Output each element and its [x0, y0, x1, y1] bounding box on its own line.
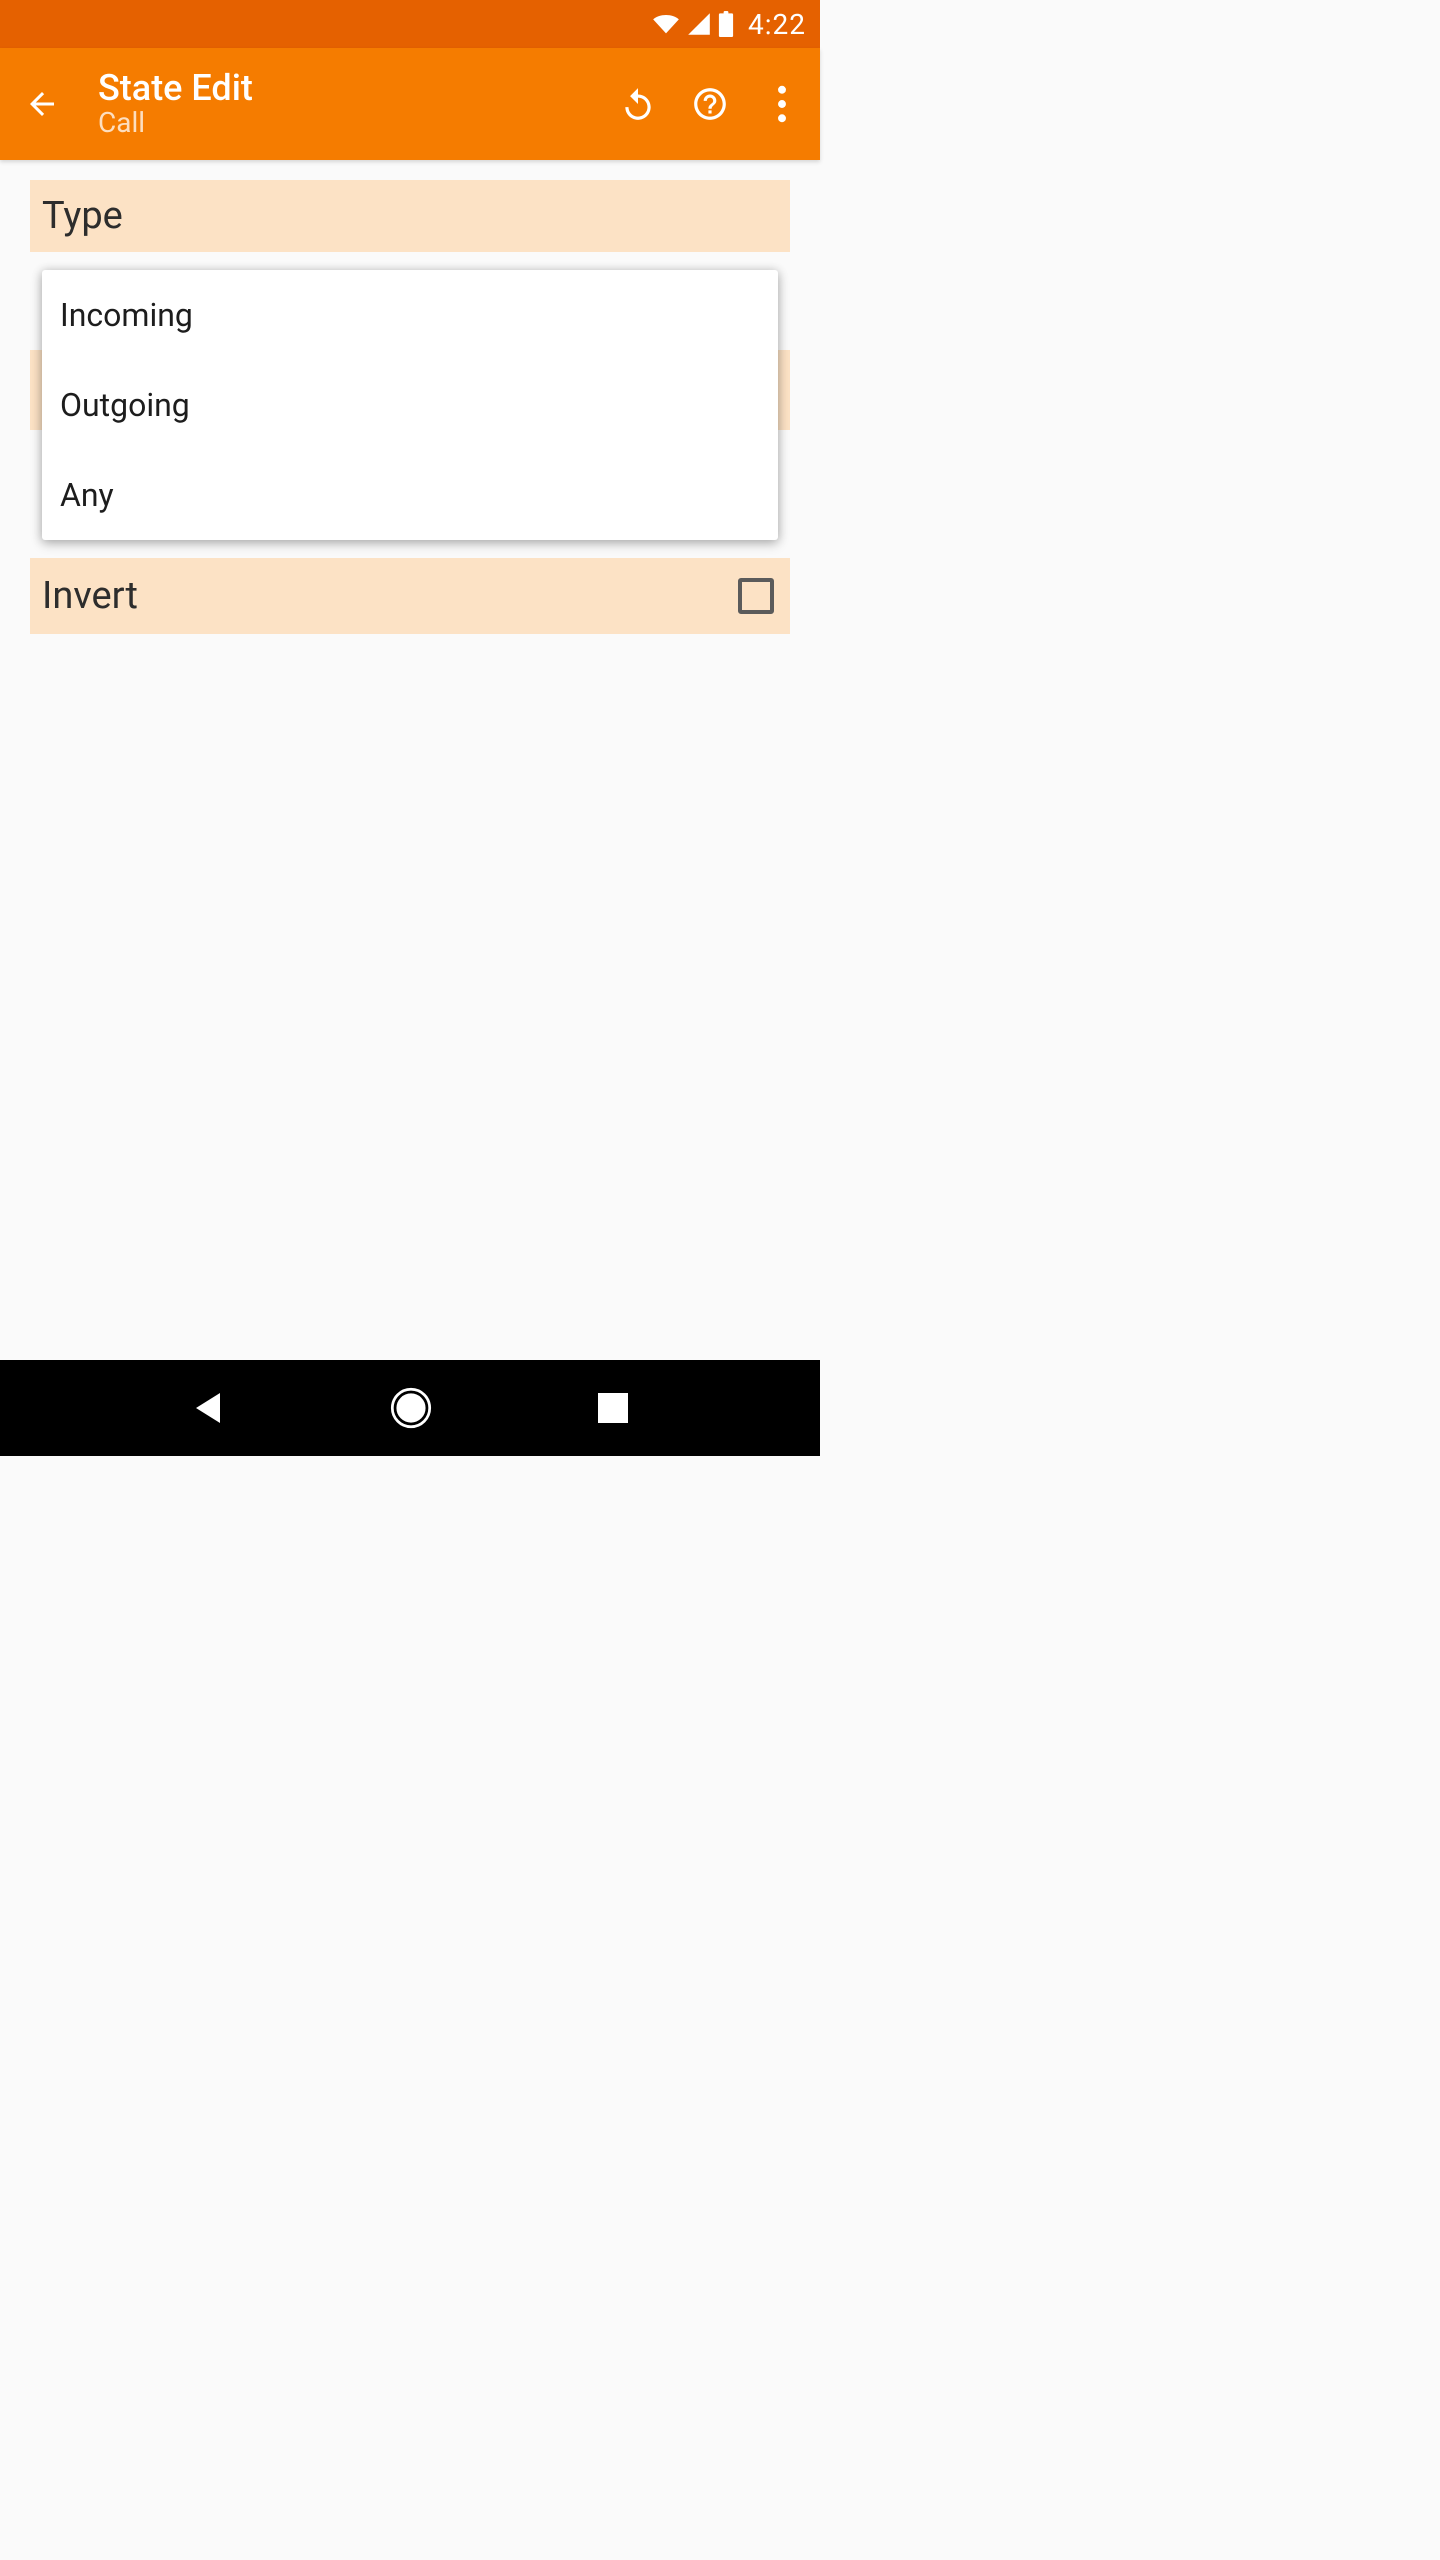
- dropdown-option-incoming[interactable]: Incoming: [42, 270, 778, 360]
- navigation-bar: [0, 1360, 820, 1456]
- status-bar: 4:22: [0, 0, 820, 48]
- nav-back-button[interactable]: [192, 1390, 224, 1426]
- back-button[interactable]: [14, 76, 70, 132]
- wifi-icon: [652, 12, 680, 36]
- help-icon: [691, 85, 729, 123]
- more-vert-icon: [777, 85, 787, 123]
- cellular-icon: [686, 12, 712, 36]
- action-bar: State Edit Call: [0, 48, 820, 160]
- nav-home-icon: [389, 1386, 433, 1430]
- type-dropdown-menu: Incoming Outgoing Any: [42, 270, 778, 540]
- arrow-back-icon: [24, 86, 60, 122]
- nav-recent-icon: [598, 1393, 628, 1423]
- page-title: State Edit: [98, 69, 614, 109]
- dropdown-option-outgoing[interactable]: Outgoing: [42, 360, 778, 450]
- invert-checkbox[interactable]: [738, 578, 774, 614]
- invert-row[interactable]: Invert: [30, 558, 790, 634]
- dropdown-option-any[interactable]: Any: [42, 450, 778, 540]
- nav-back-icon: [192, 1390, 224, 1426]
- status-time: 4:22: [748, 8, 806, 41]
- content-area: Type Incoming Outgoing Any Invert: [0, 160, 820, 634]
- help-button[interactable]: [686, 80, 734, 128]
- overflow-menu-button[interactable]: [758, 80, 806, 128]
- type-section-header: Type: [30, 180, 790, 252]
- action-icons: [614, 80, 806, 128]
- status-icons: 4:22: [652, 8, 806, 41]
- title-group: State Edit Call: [98, 69, 614, 140]
- undo-icon: [619, 85, 657, 123]
- page-subtitle: Call: [98, 106, 614, 139]
- nav-recent-button[interactable]: [598, 1393, 628, 1423]
- battery-icon: [718, 11, 734, 37]
- nav-home-button[interactable]: [389, 1386, 433, 1430]
- undo-button[interactable]: [614, 80, 662, 128]
- invert-label: Invert: [42, 574, 138, 618]
